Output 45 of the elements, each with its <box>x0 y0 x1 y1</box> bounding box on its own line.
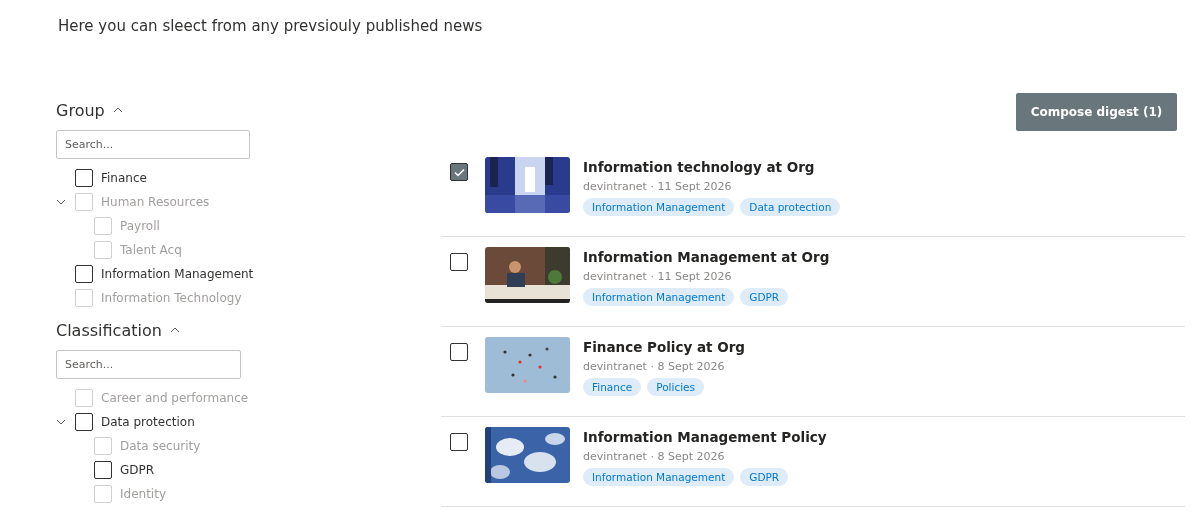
news-meta: devintranet · 11 Sept 2026 <box>583 180 733 193</box>
tag: GDPR <box>740 468 789 486</box>
search-field[interactable]: Search... <box>56 350 241 379</box>
filter-option: Information Management <box>101 267 254 281</box>
filter-option: Career and performance <box>101 391 249 405</box>
checkbox[interactable] <box>94 461 112 479</box>
filter-option: Data protection <box>101 415 195 429</box>
tag: GDPR <box>740 288 789 306</box>
tag: Information Management <box>583 288 735 306</box>
filter-option: Payroll <box>120 219 160 233</box>
news-meta: devintranet · 11 Sept 2026 <box>583 270 733 283</box>
filter-option: Information Technology <box>101 291 242 305</box>
filter-option: Data security <box>120 439 201 453</box>
news-title[interactable]: Finance Policy at Org <box>583 339 746 355</box>
news-title[interactable]: Information Management Policy <box>583 429 827 445</box>
news-meta: devintranet · 8 Sept 2026 <box>583 450 726 463</box>
tag: Policies <box>647 378 704 396</box>
intro-text: Here you can sleect from any prevsiouly published news <box>58 17 484 35</box>
checkbox[interactable] <box>450 433 468 451</box>
checkbox[interactable] <box>450 343 468 361</box>
tag: Information Management <box>583 468 735 486</box>
checkbox[interactable] <box>450 163 468 181</box>
filter-option: Human Resources <box>101 195 210 209</box>
news-meta: devintranet · 8 Sept 2026 <box>583 360 726 373</box>
tag: Data protection <box>740 198 841 216</box>
checkbox[interactable] <box>450 253 468 271</box>
news-title[interactable]: Information technology at Org <box>583 159 841 175</box>
chevron-icon[interactable] <box>56 419 66 425</box>
filter-heading: Group <box>56 100 105 120</box>
compose-digest-button[interactable]: Compose digest (1) <box>1016 93 1177 131</box>
chevron-icon[interactable] <box>112 107 123 113</box>
checkbox[interactable] <box>75 413 93 431</box>
tag: Finance <box>583 378 642 396</box>
tag: Information Management <box>583 198 735 216</box>
chevron-icon[interactable] <box>169 327 180 333</box>
filter-option: Finance <box>101 171 147 185</box>
filter-option: GDPR <box>120 463 155 477</box>
filter-option: Talent Acq <box>120 243 182 257</box>
check-icon <box>453 167 465 177</box>
checkbox[interactable] <box>75 169 93 187</box>
news-title[interactable]: Information Management at Org <box>583 249 830 265</box>
filter-heading: Classification <box>56 320 162 340</box>
filter-option: Identity <box>120 487 166 501</box>
search-field[interactable]: Search... <box>56 130 250 159</box>
checkbox[interactable] <box>75 265 93 283</box>
